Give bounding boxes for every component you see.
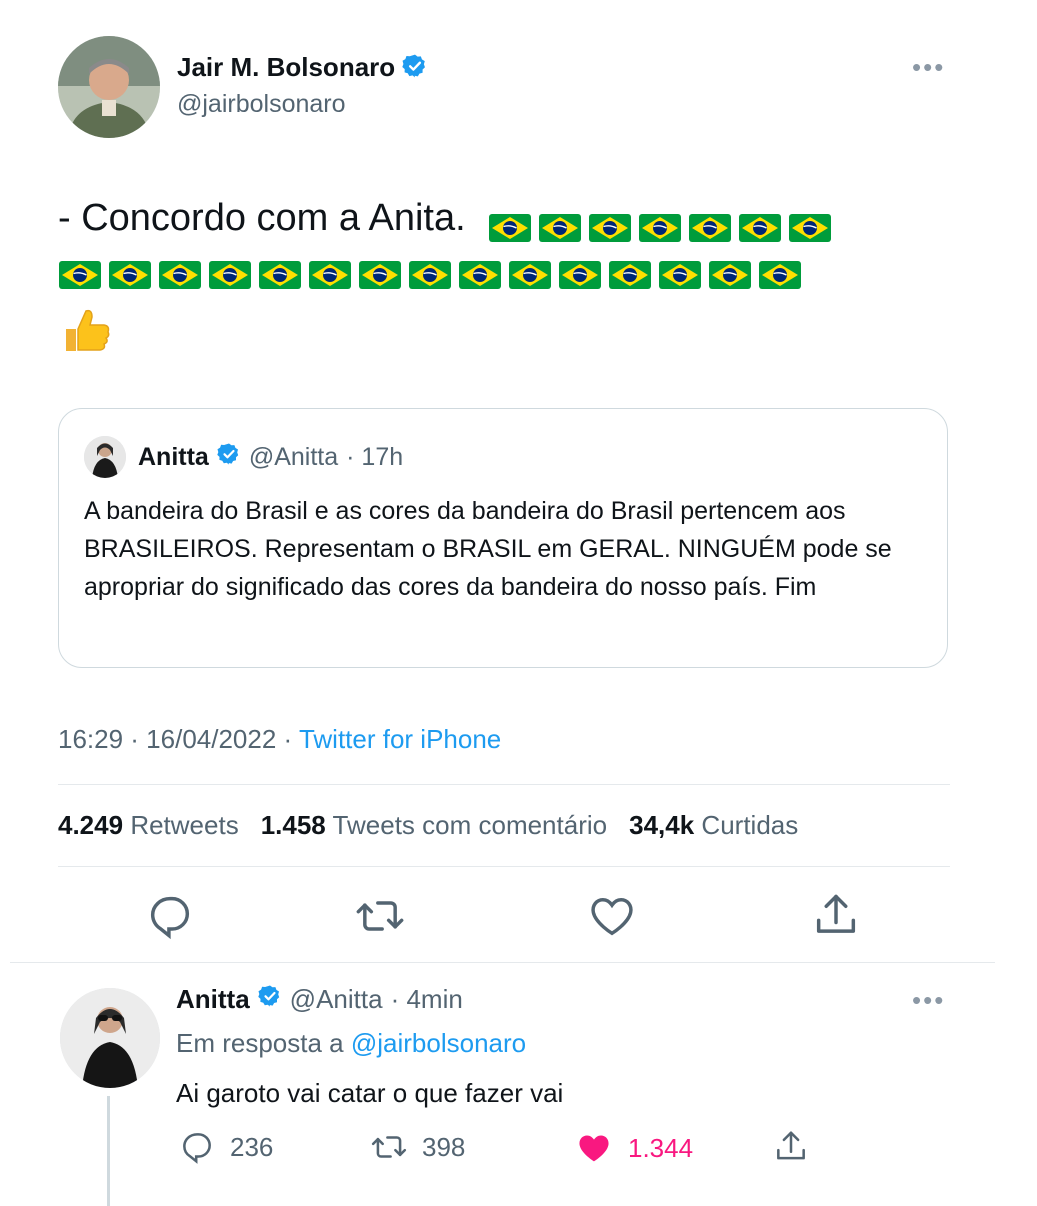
thread-line <box>107 1096 110 1206</box>
brazil-flag-emoji-icon <box>588 203 632 242</box>
reply-author-name[interactable]: Anitta <box>176 984 250 1015</box>
reply-to-prefix: Em resposta a <box>176 1028 351 1058</box>
reply-icon[interactable] <box>178 1128 216 1166</box>
quoted-author-avatar[interactable] <box>84 436 126 478</box>
retweets-label: Retweets <box>130 810 239 840</box>
brazil-flag-emoji-icon <box>688 203 732 242</box>
more-options-icon[interactable]: ••• <box>912 54 945 80</box>
brazil-flag-emoji-icon <box>208 250 252 289</box>
like-count: 1.344 <box>628 1132 694 1163</box>
brazil-flag-emoji-icon <box>408 250 452 289</box>
brazil-flag-emoji-icon <box>308 250 352 289</box>
reply-to-line: Em resposta a @jairbolsonaro <box>176 1028 526 1059</box>
verified-badge-icon <box>257 984 282 1015</box>
retweet-icon[interactable] <box>354 890 406 942</box>
brazil-flag-emoji-icon <box>788 203 832 242</box>
reply-share-button[interactable] <box>772 1128 810 1166</box>
reply-like-button[interactable]: 1.344 <box>574 1128 693 1168</box>
divider <box>58 784 950 785</box>
reply-reply-button[interactable]: 236 <box>178 1128 273 1166</box>
brazil-flag-emoji-icon <box>658 250 702 289</box>
retweets-count: 4.249 <box>58 810 124 840</box>
brazil-flag-emoji-icon <box>158 250 202 289</box>
brazil-flag-emoji-icon <box>358 250 402 289</box>
quote-tweets-count: 1.458 <box>260 810 326 840</box>
likes-stat[interactable]: 34,4k Curtidas <box>629 810 798 841</box>
brazil-flag-emoji-icon <box>608 250 652 289</box>
tweet-stats: 4.249 Retweets 1.458 Tweets com comentár… <box>58 810 798 841</box>
reply-time: · 4min <box>390 984 463 1014</box>
author-avatar[interactable] <box>58 36 160 138</box>
divider <box>10 962 995 963</box>
brazil-flag-emoji-icon <box>638 203 682 242</box>
like-heart-filled-icon[interactable] <box>574 1128 614 1168</box>
reply-author-avatar[interactable] <box>60 988 160 1088</box>
verified-badge-icon <box>217 442 241 473</box>
quoted-tweet-header: Anitta @Anitta · 17h <box>138 442 403 473</box>
brazil-flag-emoji-group <box>58 250 958 289</box>
share-icon[interactable] <box>810 890 862 942</box>
reply-count: 236 <box>230 1131 274 1162</box>
quoted-author-name[interactable]: Anitta <box>138 443 209 472</box>
tweet-source-link[interactable]: Twitter for iPhone <box>299 724 501 754</box>
quoted-author-handle[interactable]: @Anitta <box>249 443 338 472</box>
quote-tweets-label: Tweets com comentário <box>332 810 608 840</box>
retweet-count: 398 <box>422 1131 466 1162</box>
likes-label: Curtidas <box>701 810 799 840</box>
brazil-flag-emoji-icon <box>108 250 152 289</box>
like-heart-icon[interactable] <box>586 890 638 942</box>
thumbs-up-emoji-icon <box>60 305 112 357</box>
brazil-flag-emoji-icon <box>488 203 532 242</box>
tweet-timestamp-text[interactable]: 16:29 · 16/04/2022 · <box>58 724 299 754</box>
reply-retweet-button[interactable]: 398 <box>370 1128 465 1166</box>
author-name[interactable]: Jair M. Bolsonaro <box>177 52 428 86</box>
reply-to-handle-link[interactable]: @jairbolsonaro <box>351 1028 526 1058</box>
likes-count: 34,4k <box>629 810 695 840</box>
brazil-flag-emoji-icon <box>458 250 502 289</box>
tweet-text: - Concordo com a Anita. <box>58 190 958 289</box>
reply-icon[interactable] <box>144 890 196 942</box>
brazil-flag-emoji-icon <box>738 203 782 242</box>
tweet-text-line-1: - Concordo com a Anita. <box>58 190 958 246</box>
author-handle[interactable]: @jairbolsonaro <box>177 90 346 119</box>
quoted-tweet-text: A bandeira do Brasil e as cores da bande… <box>84 497 892 601</box>
brazil-flag-emoji-icon <box>58 250 102 289</box>
quote-tweets-stat[interactable]: 1.458 Tweets com comentário <box>261 810 607 841</box>
author-name-text[interactable]: Jair M. Bolsonaro <box>177 52 395 82</box>
reply-author-handle[interactable]: @Anitta <box>290 984 383 1015</box>
retweets-stat[interactable]: 4.249 Retweets <box>58 810 239 841</box>
brazil-flag-emoji-icon <box>508 250 552 289</box>
retweet-icon[interactable] <box>370 1128 408 1166</box>
brazil-flag-emoji-group <box>488 203 838 242</box>
reply-text: Ai garoto vai catar o que fazer vai <box>176 1078 564 1108</box>
reply-header: Anitta @Anitta · 4min <box>176 984 463 1015</box>
brazil-flag-emoji-icon <box>708 250 752 289</box>
tweet-timestamp: 16:29 · 16/04/2022 · Twitter for iPhone <box>58 724 501 755</box>
quoted-tweet-time: · 17h <box>346 443 404 471</box>
brazil-flag-emoji-icon <box>258 250 302 289</box>
more-options-icon[interactable]: ••• <box>912 987 945 1013</box>
share-icon[interactable] <box>772 1128 810 1166</box>
brazil-flag-emoji-icon <box>758 250 802 289</box>
brazil-flag-emoji-icon <box>558 250 602 289</box>
tweet-text-content: - Concordo com a Anita. <box>58 197 466 239</box>
brazil-flag-emoji-icon <box>538 203 582 242</box>
divider <box>58 866 950 867</box>
verified-badge-icon <box>402 53 428 86</box>
